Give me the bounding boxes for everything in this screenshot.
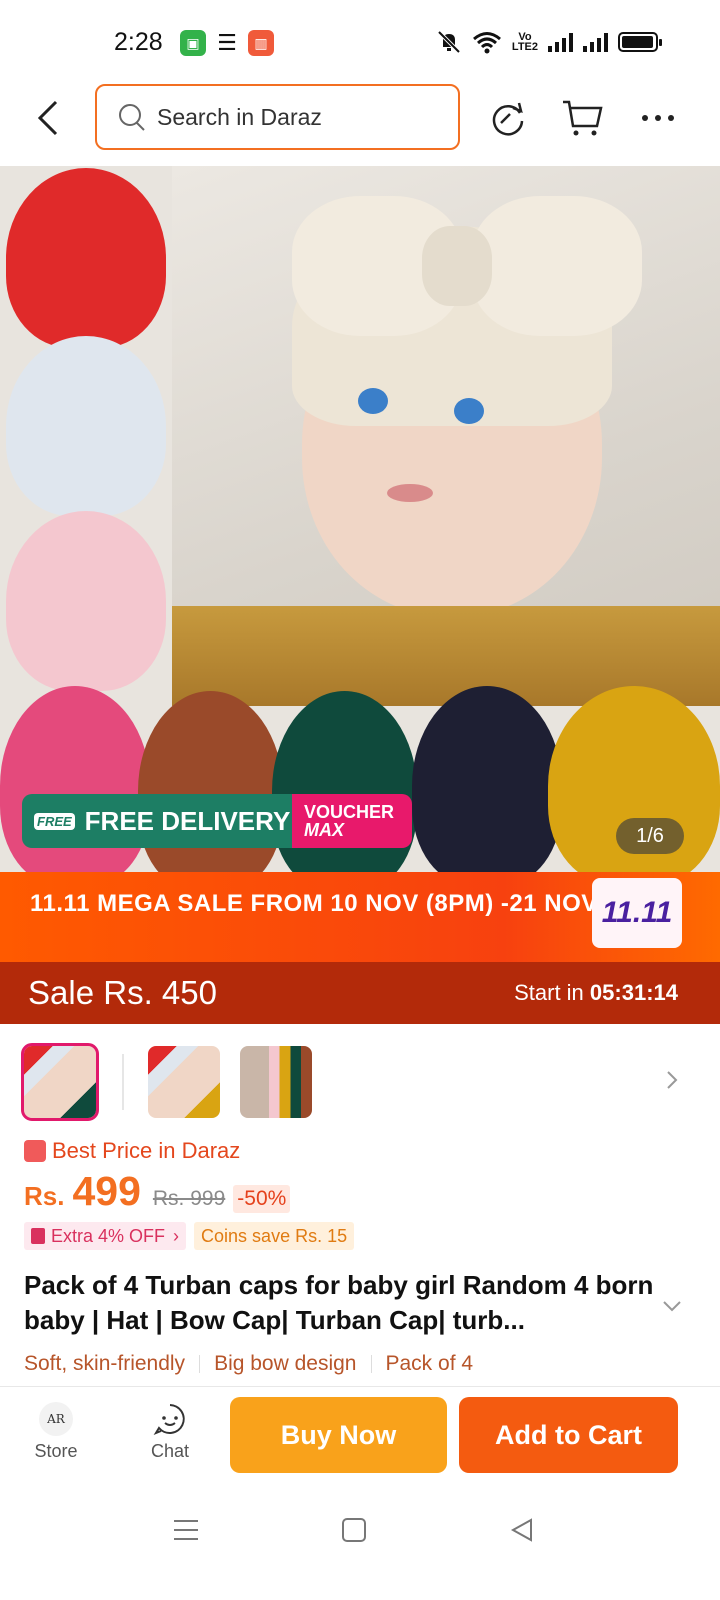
extra-off-text: Extra 4% OFF	[51, 1225, 166, 1246]
chevron-left-icon	[37, 100, 58, 136]
search-icon	[119, 104, 145, 131]
buy-now-button[interactable]: Buy Now	[230, 1397, 447, 1473]
free-delivery-text: FREE DELIVERY	[84, 805, 291, 836]
top-header: Search in Daraz	[0, 84, 720, 164]
chat-label: Chat	[150, 1441, 190, 1461]
triangle-back-icon	[510, 1518, 532, 1542]
flash-price-value: Rs. 450	[103, 974, 217, 1011]
nav-home-button[interactable]	[334, 1510, 374, 1550]
flash-sale-price: Sale Rs. 450	[28, 974, 217, 1012]
status-app-icons: ▣ ☰ ▥	[180, 30, 274, 56]
original-price: Rs. 999	[152, 1187, 226, 1210]
add-to-cart-button[interactable]: Add to Cart	[459, 1397, 678, 1473]
menu-icon	[174, 1520, 198, 1540]
mega-sale-text: 11.11 MEGA SALE FROM 10 NOV (8PM) -21 NO…	[30, 890, 598, 917]
mega-sale-banner[interactable]: 11.11 MEGA SALE FROM 10 NOV (8PM) -21 NO…	[0, 872, 720, 962]
app-notification-icon: ▣	[180, 30, 206, 56]
square-home-icon	[342, 1518, 366, 1542]
search-placeholder: Search in Daraz	[157, 103, 322, 130]
thumbnail-divider	[122, 1054, 124, 1110]
free-delivery-badge: FREE FREE DELIVERY	[22, 794, 292, 848]
volte-indicator: Vo LTE2	[511, 31, 538, 53]
bottom-action-bar: AR Store Chat Buy Now Add to Cart	[0, 1386, 720, 1485]
voucher-text: VOUCHER	[304, 802, 395, 822]
flash-start-label: Start in	[514, 980, 584, 1005]
chevron-down-icon[interactable]	[660, 1294, 684, 1318]
discount-badge: -50%	[233, 1185, 291, 1213]
status-time: 2:28	[114, 28, 163, 56]
chat-button[interactable]: Chat	[130, 1401, 210, 1462]
extra-off-promo[interactable]: Extra 4% OFF ›	[24, 1222, 187, 1250]
flash-countdown: Start in 05:31:14	[514, 980, 678, 1006]
promo-row: Extra 4% OFF › Coins save Rs. 15	[24, 1222, 355, 1250]
app-shop-icon: ▥	[248, 30, 274, 56]
store-logo-icon: AR	[38, 1401, 74, 1437]
feature-divider	[370, 1355, 372, 1373]
store-logo-text: AR	[39, 1402, 73, 1436]
product-image-carousel[interactable]: FREE FREE DELIVERY VOUCHER MAX 1/6	[0, 166, 720, 872]
share-icon	[492, 102, 524, 136]
coins-promo[interactable]: Coins save Rs. 15	[194, 1222, 355, 1250]
feature-divider	[199, 1355, 201, 1373]
hat-white	[6, 336, 166, 516]
voucher-icon	[31, 1228, 45, 1244]
signal-icon-2	[583, 32, 608, 52]
battery-icon	[618, 32, 662, 52]
search-input[interactable]: Search in Daraz	[95, 84, 460, 150]
hat-pink	[6, 511, 166, 691]
countdown-timer: 05:31:14	[589, 980, 678, 1005]
price-value: 499	[72, 1168, 141, 1214]
more-options-button[interactable]	[636, 96, 680, 140]
more-icon	[642, 115, 674, 121]
feature-tag: Pack of 4	[385, 1352, 474, 1375]
cart-icon	[563, 100, 603, 136]
feature-tag: Soft, skin-friendly	[24, 1352, 186, 1375]
chevron-right-icon: ›	[173, 1225, 180, 1246]
thumbnail-1[interactable]	[21, 1043, 99, 1121]
free-tag: FREE	[34, 812, 75, 830]
app-z-icon: ☰	[217, 30, 237, 55]
best-price-label: Best Price in Daraz	[24, 1138, 240, 1164]
chevron-right-icon[interactable]	[660, 1068, 684, 1092]
best-price-text: Best Price in Daraz	[52, 1138, 241, 1163]
system-nav-bar	[0, 1484, 720, 1600]
store-label: Store	[34, 1441, 78, 1461]
store-button[interactable]: AR Store	[16, 1401, 96, 1462]
product-main-photo	[172, 166, 720, 706]
mute-icon	[437, 30, 461, 54]
chat-icon	[152, 1401, 188, 1437]
back-button[interactable]	[30, 98, 70, 138]
thumbnail-2[interactable]	[148, 1046, 220, 1118]
flash-sale-bar: Sale Rs. 450 Start in 05:31:14	[0, 962, 720, 1024]
cart-button[interactable]	[560, 96, 604, 140]
signal-icon-1	[548, 32, 573, 52]
feature-tag: Big bow design	[214, 1352, 357, 1375]
nav-menu-button[interactable]	[166, 1510, 206, 1550]
price-row: Rs. 499 Rs. 999 -50%	[24, 1168, 291, 1215]
voucher-max-badge: VOUCHER MAX	[292, 794, 412, 848]
status-right-icons: Vo LTE2	[436, 30, 662, 54]
hat-navy	[412, 686, 562, 872]
wifi-icon	[472, 32, 501, 54]
trend-icon	[24, 1140, 46, 1162]
variant-thumbnails	[0, 1040, 720, 1126]
price-currency: Rs.	[24, 1181, 65, 1211]
feature-tags: Soft, skin-friendly Big bow design Pack …	[24, 1352, 473, 1376]
campaign-logo: 11.11	[592, 878, 682, 948]
flash-sale-label: Sale	[28, 974, 95, 1011]
nav-back-button[interactable]	[502, 1510, 542, 1550]
image-counter: 1/6	[616, 818, 684, 854]
thumbnail-3[interactable]	[240, 1046, 312, 1118]
share-button[interactable]	[486, 96, 530, 140]
product-title: Pack of 4 Turban caps for baby girl Rand…	[24, 1270, 654, 1335]
status-bar: 2:28 ▣ ☰ ▥ Vo LTE2	[0, 0, 720, 84]
voucher-max-text: MAX	[304, 820, 344, 840]
hat-red	[6, 168, 166, 348]
chat-bubble-icon	[153, 1404, 185, 1436]
